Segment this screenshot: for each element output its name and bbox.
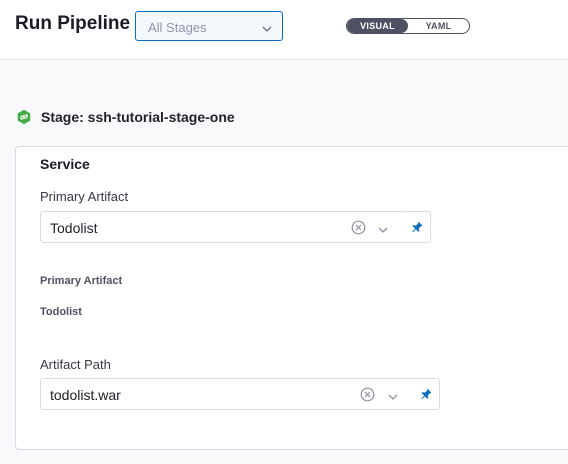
pin-icon [421,388,432,400]
service-title: Service [40,156,90,172]
stage-select-value: All Stages [148,20,207,35]
artifact-path-select[interactable]: todolist.war [40,378,414,410]
primary-artifact-label: Primary Artifact [40,189,129,204]
chevron-down-icon[interactable] [388,389,398,407]
chevron-down-icon [262,21,272,39]
pin-icon [412,221,423,233]
chevron-down-icon[interactable] [378,222,388,240]
stage-select[interactable]: All Stages [135,11,283,41]
clear-icon[interactable] [360,387,375,407]
primary-artifact-summary-value: Todolist [40,306,82,318]
pin-button[interactable] [413,378,440,410]
pin-button[interactable] [404,211,431,243]
stage-label: Stage: ssh-tutorial-stage-one [41,109,235,125]
stage-link-icon [16,109,32,130]
artifact-path-value: todolist.war [50,387,121,403]
visual-toggle-option[interactable]: VISUAL [347,19,408,33]
clear-icon[interactable] [351,220,366,240]
page-title: Run Pipeline [15,13,131,34]
view-toggle: VISUAL YAML [346,18,470,34]
primary-artifact-value: Todolist [50,220,98,236]
primary-artifact-summary-label: Primary Artifact [40,275,123,287]
artifact-path-label: Artifact Path [40,357,111,372]
page-header: Run Pipeline All Stages VISUAL YAML [0,0,568,60]
primary-artifact-select[interactable]: Todolist [40,211,405,243]
yaml-toggle-option[interactable]: YAML [408,19,469,33]
